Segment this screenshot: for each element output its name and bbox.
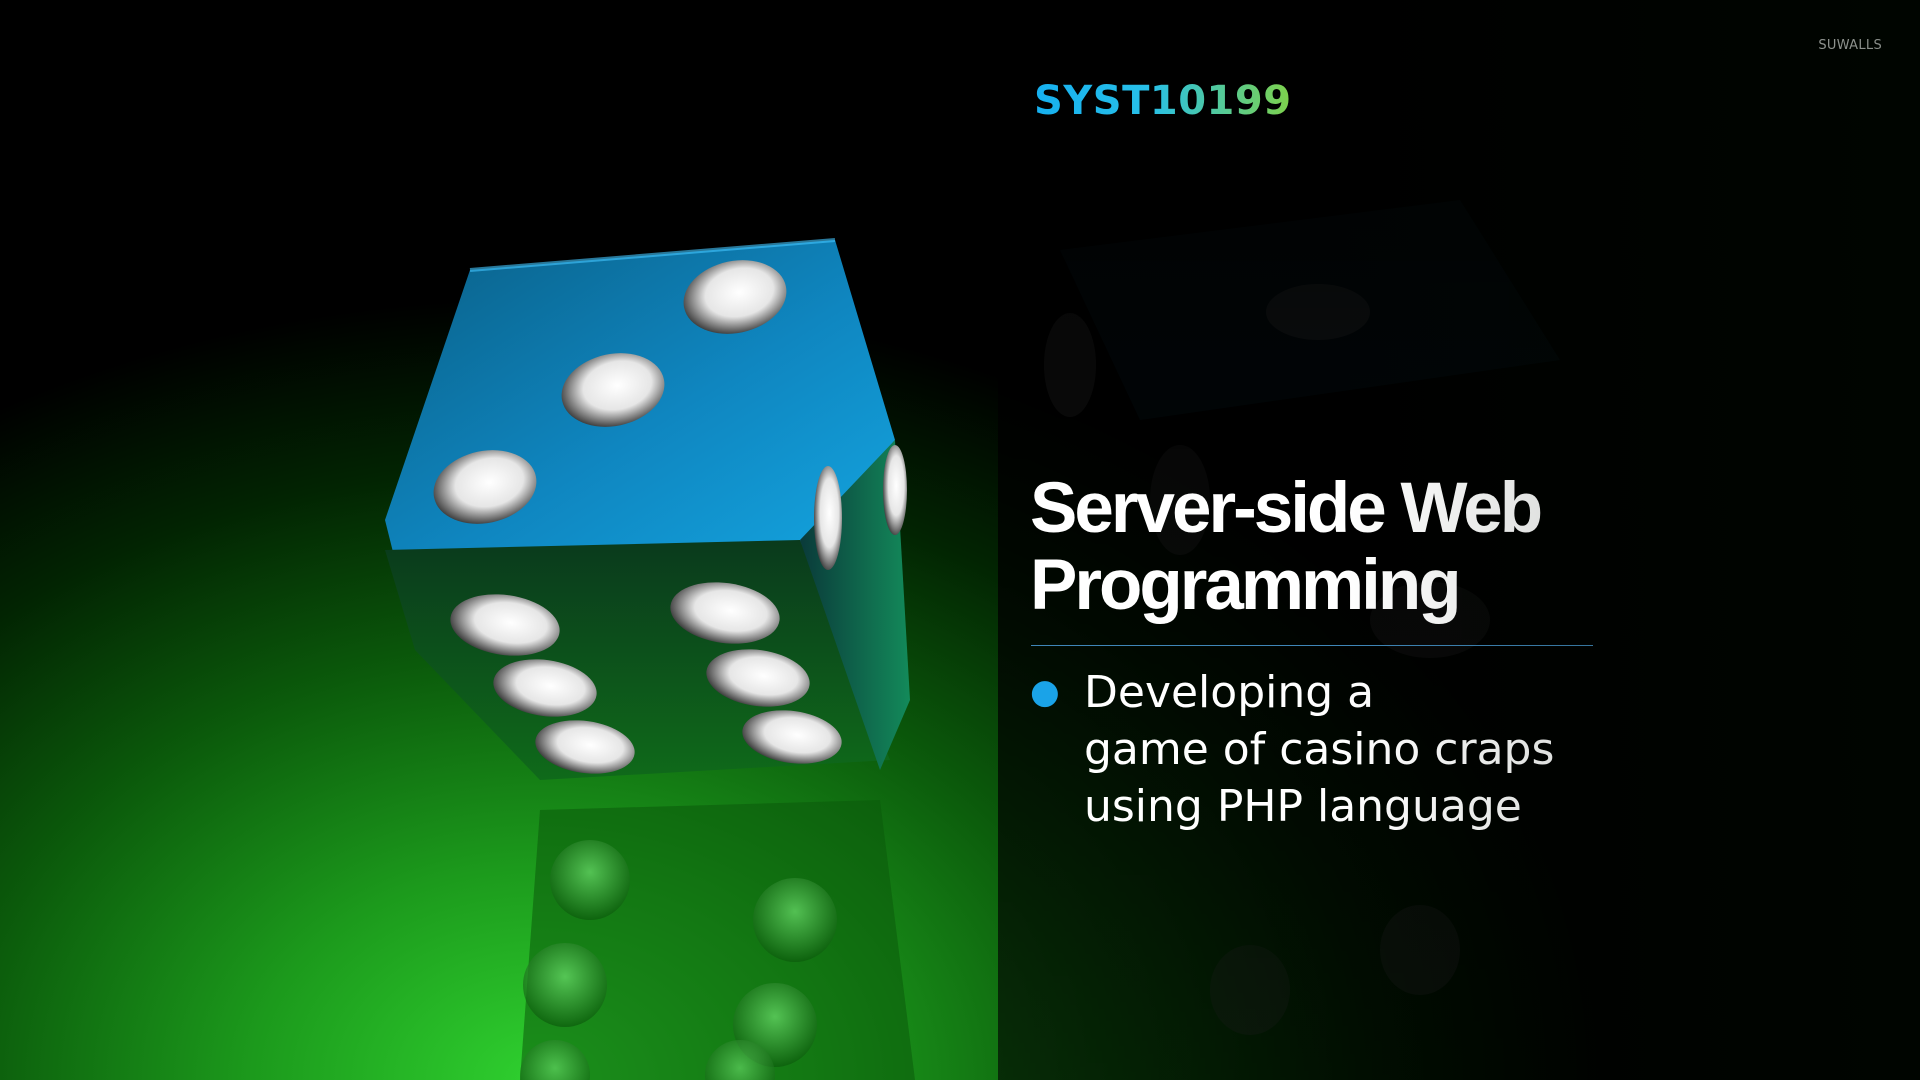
watermark: SUWALLS <box>1818 38 1882 53</box>
slide-title: Server-side Web Programming <box>1030 470 1610 624</box>
dice-icon <box>385 200 1560 1080</box>
bullet-item: ● Developing a game of casino craps usin… <box>1030 664 1610 835</box>
slide-title-line: Programming <box>1030 546 1462 625</box>
bullet-dot-icon: ● <box>1030 672 1060 712</box>
bullet-text-line: using PHP language <box>1084 781 1522 832</box>
slide-canvas: SUWALLS SYST10199 Server-side Web Progra… <box>0 0 1920 1080</box>
bullet-text-line: Developing a <box>1084 667 1375 718</box>
title-divider <box>1031 645 1593 646</box>
course-code: SYST10199 <box>1034 78 1292 124</box>
bullet-text-line: game of casino craps <box>1084 724 1555 775</box>
slide-title-line: Server-side Web <box>1030 469 1543 548</box>
bullet-list: ● Developing a game of casino craps usin… <box>1030 664 1610 835</box>
